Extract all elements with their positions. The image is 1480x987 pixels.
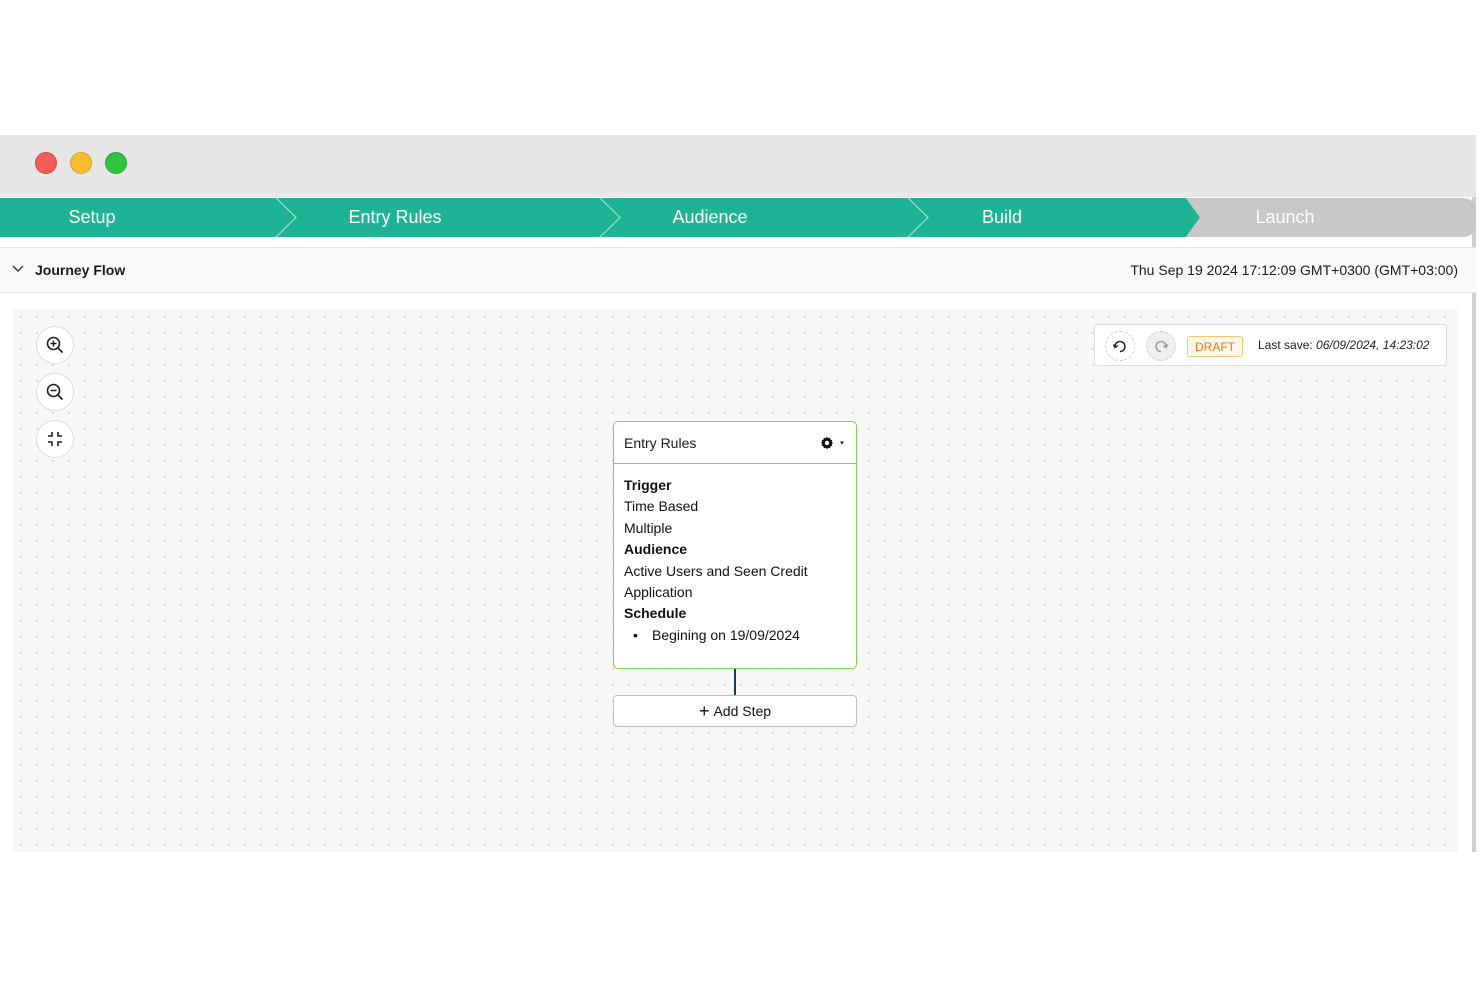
journey-flow-header: Journey Flow Thu Sep 19 2024 17:12:09 GM… bbox=[0, 247, 1476, 293]
undo-button[interactable] bbox=[1105, 331, 1135, 361]
entry-rules-node[interactable]: Entry Rules Trigger Time Based Multiple … bbox=[613, 421, 857, 669]
entry-rules-node-body: Trigger Time Based Multiple Audience Act… bbox=[614, 464, 856, 647]
caret-down-icon bbox=[840, 441, 844, 445]
app-window: Setup Entry Rules Audience Build Launch … bbox=[0, 135, 1476, 852]
title-bar bbox=[0, 135, 1476, 197]
schedule-list: Begining on 19/09/2024 bbox=[624, 625, 846, 647]
schedule-heading: Schedule bbox=[624, 605, 687, 622]
audience-line-2: Application bbox=[624, 584, 693, 601]
last-save-label: Last save: bbox=[1258, 338, 1313, 352]
schedule-item: Begining on 19/09/2024 bbox=[624, 625, 846, 647]
add-step-label: Add Step bbox=[713, 703, 772, 719]
trigger-heading: Trigger bbox=[624, 477, 672, 493]
zoom-in-icon bbox=[46, 336, 64, 354]
close-window-button[interactable] bbox=[35, 152, 57, 174]
audience-heading: Audience bbox=[624, 541, 688, 558]
fit-view-icon bbox=[48, 432, 62, 446]
add-step-button[interactable]: + Add Step bbox=[613, 695, 857, 727]
step-launch-label: Launch bbox=[1255, 207, 1315, 227]
fit-view-button[interactable] bbox=[36, 420, 74, 458]
entry-rules-node-title: Entry Rules bbox=[624, 435, 697, 451]
last-save-value: 06/09/2024, 14:23:02 bbox=[1316, 338, 1430, 352]
journey-stepper: Setup Entry Rules Audience Build Launch bbox=[0, 198, 1476, 237]
chevron-down-icon[interactable] bbox=[11, 262, 25, 276]
step-build[interactable]: Build bbox=[928, 198, 1076, 237]
zoom-out-icon bbox=[46, 383, 64, 401]
entry-rules-node-header: Entry Rules bbox=[614, 422, 856, 464]
audience-line-1: Active Users and Seen Credit bbox=[624, 562, 808, 579]
trigger-frequency: Multiple bbox=[624, 519, 673, 536]
step-launch[interactable]: Launch bbox=[1200, 198, 1370, 237]
zoom-out-button[interactable] bbox=[36, 373, 74, 411]
step-setup[interactable]: Setup bbox=[0, 198, 184, 237]
status-badge: DRAFT bbox=[1187, 336, 1243, 357]
zoom-in-button[interactable] bbox=[36, 326, 74, 364]
node-connector bbox=[734, 669, 736, 696]
last-save-text: Last save: 06/09/2024, 14:23:02 bbox=[1258, 338, 1429, 352]
step-build-label: Build bbox=[981, 207, 1023, 227]
redo-button[interactable] bbox=[1146, 331, 1176, 361]
undo-icon bbox=[1112, 340, 1126, 353]
trigger-type: Time Based bbox=[624, 498, 699, 515]
step-entry-rules[interactable]: Entry Rules bbox=[296, 198, 494, 237]
node-settings-button[interactable] bbox=[820, 434, 848, 452]
redo-icon bbox=[1155, 340, 1169, 353]
maximize-window-button[interactable] bbox=[105, 152, 127, 174]
step-setup-label: Setup bbox=[68, 207, 116, 227]
plus-icon: + bbox=[698, 701, 710, 721]
flow-canvas[interactable]: DRAFT Last save: 06/09/2024, 14:23:02 En… bbox=[13, 309, 1458, 852]
step-audience[interactable]: Audience bbox=[620, 198, 800, 237]
step-audience-label: Audience bbox=[672, 207, 748, 227]
step-entry-rules-label: Entry Rules bbox=[348, 207, 442, 227]
gear-icon bbox=[820, 436, 834, 450]
journey-flow-title: Journey Flow bbox=[35, 262, 126, 278]
current-datetime: Thu Sep 19 2024 17:12:09 GMT+0300 (GMT+0… bbox=[1130, 262, 1458, 278]
save-status-panel: DRAFT Last save: 06/09/2024, 14:23:02 bbox=[1094, 324, 1447, 366]
minimize-window-button[interactable] bbox=[70, 152, 92, 174]
